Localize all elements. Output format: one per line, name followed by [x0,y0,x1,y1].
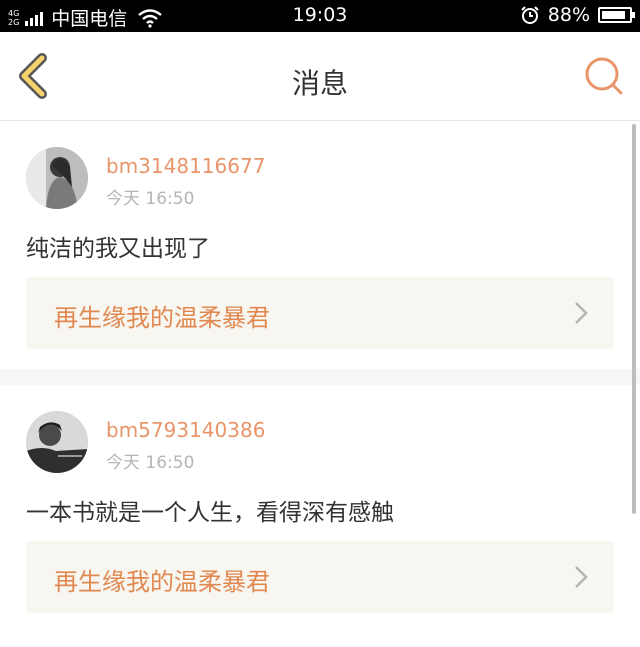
scrollbar[interactable] [632,124,636,514]
header: 消息 [0,32,640,121]
card-divider [0,369,640,385]
message-card: bm3148116677 今天 16:50 纯洁的我又出现了 再生缘我的温柔暴君 [0,121,640,369]
book-title: 再生缘我的温柔暴君 [54,568,270,596]
chevron-right-icon [575,566,588,588]
message-card: bm5793140386 今天 16:50 一本书就是一个人生，看得深有感触 再… [0,385,640,647]
message-list: bm3148116677 今天 16:50 纯洁的我又出现了 再生缘我的温柔暴君… [0,121,640,647]
chevron-right-icon [575,302,588,324]
status-right: 88% [520,4,635,26]
username[interactable]: bm3148116677 [106,154,265,178]
battery-icon [598,7,635,23]
message-content: 纯洁的我又出现了 [26,236,210,262]
message-content: 一本书就是一个人生，看得深有感触 [26,500,394,526]
message-time: 今天 16:50 [106,453,195,473]
message-time: 今天 16:50 [106,189,195,209]
book-title: 再生缘我的温柔暴君 [54,304,270,332]
battery-percent: 88% [547,4,590,26]
book-link[interactable]: 再生缘我的温柔暴君 [26,277,614,349]
status-bar: 4G 2G 中国电信 19:03 88% [0,0,640,32]
page-title: 消息 [291,67,348,100]
book-link[interactable]: 再生缘我的温柔暴君 [26,541,614,613]
alarm-icon [521,6,539,24]
battery-fill [602,11,625,19]
avatar[interactable] [26,147,88,209]
avatar[interactable] [26,411,88,473]
username[interactable]: bm5793140386 [106,418,265,442]
search-button[interactable] [582,54,628,100]
search-icon [585,57,623,95]
